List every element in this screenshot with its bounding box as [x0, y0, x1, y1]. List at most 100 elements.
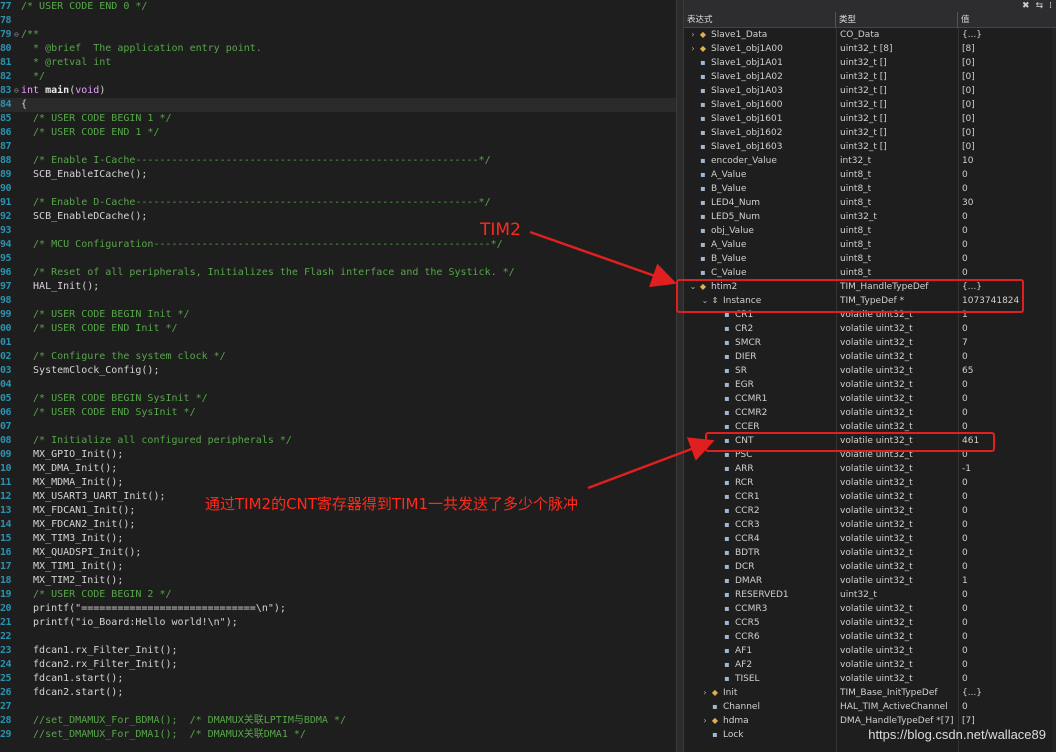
watch-row[interactable]: ▪ B_Value uint8_t 0 [684, 252, 1056, 266]
watch-row[interactable]: ▪ DCR volatile uint32_t 0 [684, 560, 1056, 574]
watch-value[interactable]: 0 [962, 658, 968, 672]
watch-row[interactable]: ▪ DMAR volatile uint32_t 1 [684, 574, 1056, 588]
code-line[interactable]: 80 * @brief The application entry point. [0, 42, 676, 56]
watch-row[interactable]: ▪ EGR volatile uint32_t 0 [684, 378, 1056, 392]
watch-row[interactable]: ▪ Slave1_obj1601 uint32_t [] [0] [684, 112, 1056, 126]
watch-row[interactable]: ▪ BDTR volatile uint32_t 0 [684, 546, 1056, 560]
code-line[interactable]: 25 fdcan1.start(); [0, 672, 676, 686]
watch-row[interactable]: › ◆ Slave1_Data CO_Data {...} [684, 28, 1056, 42]
watch-row[interactable]: ▪ CCR2 volatile uint32_t 0 [684, 504, 1056, 518]
watch-row[interactable]: ▪ CCR6 volatile uint32_t 0 [684, 630, 1056, 644]
code-line[interactable]: 20 printf("=============================… [0, 602, 676, 616]
watch-value[interactable]: 0 [962, 392, 968, 406]
watch-value[interactable]: 0 [962, 700, 968, 714]
expand-chevron-icon[interactable]: › [688, 42, 698, 56]
watch-row[interactable]: ▪ Slave1_obj1A02 uint32_t [] [0] [684, 70, 1056, 84]
menu-icon[interactable]: ⁞ [1049, 1, 1052, 11]
watch-value[interactable]: 0 [962, 504, 968, 518]
code-line[interactable]: 83 ⊖ int main(void) [0, 84, 676, 98]
watch-value[interactable]: 0 [962, 588, 968, 602]
watch-value[interactable]: 0 [962, 518, 968, 532]
code-line[interactable]: 82 */ [0, 70, 676, 84]
code-line[interactable]: 88 /* Enable I-Cache--------------------… [0, 154, 676, 168]
watch-value[interactable]: {...} [962, 686, 982, 700]
code-line[interactable]: 96 /* Reset of all peripherals, Initiali… [0, 266, 676, 280]
column-header-type[interactable]: 类型 [836, 12, 958, 28]
watch-value[interactable]: [7] [962, 714, 975, 728]
watch-row[interactable]: ▪ CCMR3 volatile uint32_t 0 [684, 602, 1056, 616]
watch-value[interactable]: 10 [962, 154, 973, 168]
code-line[interactable]: 93 [0, 224, 676, 238]
code-line[interactable]: 23 fdcan1.rx_Filter_Init(); [0, 644, 676, 658]
watch-value[interactable]: 1 [962, 574, 968, 588]
watch-value[interactable]: 7 [962, 336, 968, 350]
watch-value[interactable]: -1 [962, 462, 971, 476]
code-line[interactable]: 95 [0, 252, 676, 266]
watch-row[interactable]: ▪ DIER volatile uint32_t 0 [684, 350, 1056, 364]
watch-value[interactable]: 65 [962, 364, 973, 378]
watch-value[interactable]: [0] [962, 70, 975, 84]
watch-value[interactable]: 0 [962, 182, 968, 196]
code-line[interactable]: 79 ⊖/** [0, 28, 676, 42]
code-line[interactable]: 91 /* Enable D-Cache--------------------… [0, 196, 676, 210]
code-line[interactable]: 29 //set_DMAMUX_For_DMA1(); /* DMAMUX关联D… [0, 728, 676, 742]
watch-value[interactable]: 0 [962, 210, 968, 224]
expand-chevron-icon[interactable]: › [700, 686, 710, 700]
watch-value[interactable]: [0] [962, 112, 975, 126]
code-line[interactable]: 77 /* USER CODE END 0 */ [0, 0, 676, 14]
watch-value[interactable]: 0 [962, 630, 968, 644]
code-line[interactable]: 86 /* USER CODE END 1 */ [0, 126, 676, 140]
watch-value[interactable]: [0] [962, 98, 975, 112]
code-line[interactable]: 24 fdcan2.rx_Filter_Init(); [0, 658, 676, 672]
code-line[interactable]: 94 /* MCU Configuration-----------------… [0, 238, 676, 252]
code-line[interactable]: 90 [0, 182, 676, 196]
code-line[interactable]: 81 * @retval int [0, 56, 676, 70]
watch-value[interactable]: 0 [962, 644, 968, 658]
watch-row[interactable]: ▪ TISEL volatile uint32_t 0 [684, 672, 1056, 686]
watch-value[interactable]: 0 [962, 238, 968, 252]
watch-row[interactable]: ▪ B_Value uint8_t 0 [684, 182, 1056, 196]
watch-value[interactable]: 0 [962, 476, 968, 490]
code-line[interactable]: 07 [0, 420, 676, 434]
watch-row[interactable]: › ◆ hdma DMA_HandleTypeDef *[7] [7] [684, 714, 1056, 728]
watch-value[interactable]: 0 [962, 224, 968, 238]
watch-row[interactable]: ▪ CCR5 volatile uint32_t 0 [684, 616, 1056, 630]
watch-row[interactable]: › ◆ Init TIM_Base_InitTypeDef {...} [684, 686, 1056, 700]
watch-row[interactable]: ▪ C_Value uint8_t 0 [684, 266, 1056, 280]
code-line[interactable]: 04 [0, 378, 676, 392]
fold-toggle-icon[interactable]: ⊖ [14, 28, 20, 42]
watch-row[interactable]: ▪ CR2 volatile uint32_t 0 [684, 322, 1056, 336]
watch-row[interactable]: ▪ LED5_Num uint32_t 0 [684, 210, 1056, 224]
watch-value[interactable]: 0 [962, 560, 968, 574]
code-line[interactable]: 06 /* USER CODE END SysInit */ [0, 406, 676, 420]
watch-value[interactable]: 0 [962, 602, 968, 616]
code-line[interactable]: 15 MX_TIM3_Init(); [0, 532, 676, 546]
watch-row[interactable]: ▪ CCR4 volatile uint32_t 0 [684, 532, 1056, 546]
code-line[interactable]: 97 HAL_Init(); [0, 280, 676, 294]
watch-value[interactable]: 0 [962, 546, 968, 560]
code-line[interactable]: 89 SCB_EnableICache(); [0, 168, 676, 182]
watch-value[interactable]: 30 [962, 196, 973, 210]
code-line[interactable]: 16 MX_QUADSPI_Init(); [0, 546, 676, 560]
code-line[interactable]: 01 [0, 336, 676, 350]
watch-row[interactable]: ▪ AF2 volatile uint32_t 0 [684, 658, 1056, 672]
watch-row[interactable]: ▪ CCR3 volatile uint32_t 0 [684, 518, 1056, 532]
watch-value[interactable]: 0 [962, 490, 968, 504]
code-line[interactable]: 02 /* Configure the system clock */ [0, 350, 676, 364]
code-line[interactable]: 27 [0, 700, 676, 714]
watch-value[interactable]: [0] [962, 126, 975, 140]
code-line[interactable]: 98 [0, 294, 676, 308]
pane-splitter[interactable] [676, 0, 684, 752]
watch-row[interactable]: › ◆ Slave1_obj1A00 uint32_t [8] [8] [684, 42, 1056, 56]
vertical-scrollbar[interactable] [1052, 28, 1056, 752]
watch-row[interactable]: ▪ Slave1_obj1602 uint32_t [] [0] [684, 126, 1056, 140]
fold-toggle-icon[interactable]: ⊖ [14, 84, 20, 98]
code-line[interactable]: 09 MX_GPIO_Init(); [0, 448, 676, 462]
code-line[interactable]: 26 fdcan2.start(); [0, 686, 676, 700]
expand-chevron-icon[interactable]: › [700, 714, 710, 728]
watch-value[interactable]: [0] [962, 56, 975, 70]
code-line[interactable]: 18 MX_TIM2_Init(); [0, 574, 676, 588]
code-line[interactable]: 03 SystemClock_Config(); [0, 364, 676, 378]
watch-row[interactable]: ▪ ARR volatile uint32_t -1 [684, 462, 1056, 476]
watch-row[interactable]: ▪ Channel HAL_TIM_ActiveChannel 0 [684, 700, 1056, 714]
